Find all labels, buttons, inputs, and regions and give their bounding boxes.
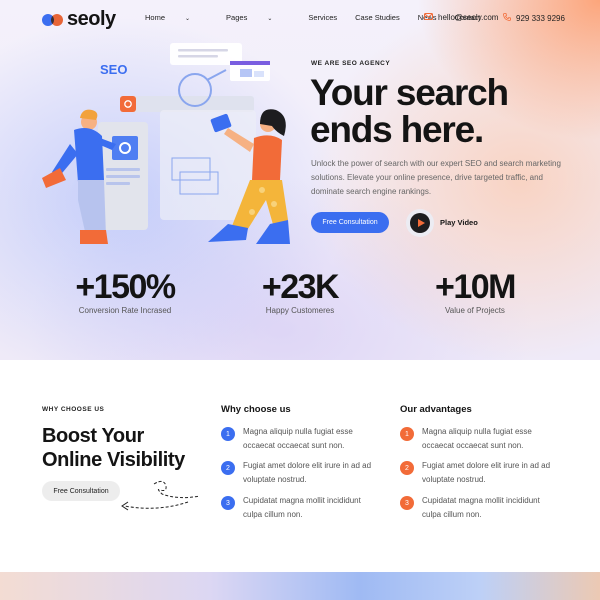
nav-item-case-studies[interactable]: Case Studies	[355, 13, 400, 22]
nav-item-home[interactable]: Home ⌄	[145, 13, 208, 22]
hero-eyebrow: WE ARE SEO AGENCY	[311, 60, 391, 67]
nav-item-services[interactable]: Services	[308, 13, 337, 22]
hero-headline: Your search ends here.	[310, 72, 509, 150]
list-number: 3	[400, 496, 414, 510]
dashed-arrow-icon	[121, 480, 201, 511]
phone-icon	[503, 13, 511, 23]
seo-badge: SEO	[100, 62, 127, 77]
chevron-down-icon: ⌄	[267, 16, 273, 22]
list-number: 1	[400, 427, 414, 441]
list-number: 3	[221, 496, 235, 510]
logo-circles-icon	[42, 13, 64, 27]
stat-value: +150%	[75, 268, 176, 306]
footer-gradient-band	[0, 572, 600, 600]
chevron-down-icon: ⌄	[185, 16, 191, 22]
list-item: 3 Cupidatat magna mollit incididunt culp…	[400, 494, 560, 521]
stat-label: Conversion Rate Incrased	[78, 306, 172, 315]
nav-item-pages[interactable]: Pages ⌄	[226, 13, 290, 22]
list-number: 1	[221, 427, 235, 441]
play-video-button[interactable]	[406, 209, 434, 237]
why-eyebrow: WHY CHOOSE US	[42, 406, 105, 413]
stat-conversion: +150% Conversion Rate Incrased	[55, 268, 195, 315]
email-link[interactable]: hello@seoly.com	[424, 13, 498, 22]
stat-value: +10M	[435, 268, 517, 306]
free-consultation-secondary-button[interactable]: Free Consultation	[42, 481, 120, 501]
list-item: 3 Cupidatat magna mollit incididunt culp…	[221, 494, 381, 521]
list-number: 2	[400, 461, 414, 475]
stat-label: Value of Projects	[445, 306, 505, 315]
free-consultation-button[interactable]: Free Consultation	[311, 212, 389, 233]
hero-description: Unlock the power of search with our expe…	[311, 159, 561, 196]
mail-icon	[424, 13, 433, 22]
stat-value: +23K	[261, 268, 340, 306]
brand-name: seoly	[67, 8, 116, 30]
seo-illustration: SEO	[42, 43, 290, 244]
play-icon	[410, 213, 430, 233]
list-item: 1 Magna aliquip nulla fugiat esse occaec…	[221, 425, 381, 452]
stat-projects: +10M Value of Projects	[405, 268, 545, 315]
list-number: 2	[221, 461, 235, 475]
list-item: 1 Magna aliquip nulla fugiat esse occaec…	[400, 425, 560, 452]
list-item: 2 Fugiat amet dolore elit irure in ad ad…	[221, 459, 381, 486]
hero-section: seoly Home ⌄ Pages ⌄ Services Case Studies…	[0, 0, 600, 360]
stat-label: Happy Customeres	[265, 306, 335, 315]
why-title: Boost Your Online Visibility	[42, 425, 185, 471]
phone-link[interactable]: 929 333 9296	[503, 13, 565, 23]
logo[interactable]: seoly	[42, 8, 116, 31]
our-advantages-title: Our advantages	[400, 404, 472, 415]
stat-customers: +23K Happy Customeres	[230, 268, 370, 315]
why-choose-us-title: Why choose us	[221, 404, 291, 415]
list-item: 2 Fugiat amet dolore elit irure in ad ad…	[400, 459, 560, 486]
play-video-label[interactable]: Play Video	[440, 218, 478, 227]
